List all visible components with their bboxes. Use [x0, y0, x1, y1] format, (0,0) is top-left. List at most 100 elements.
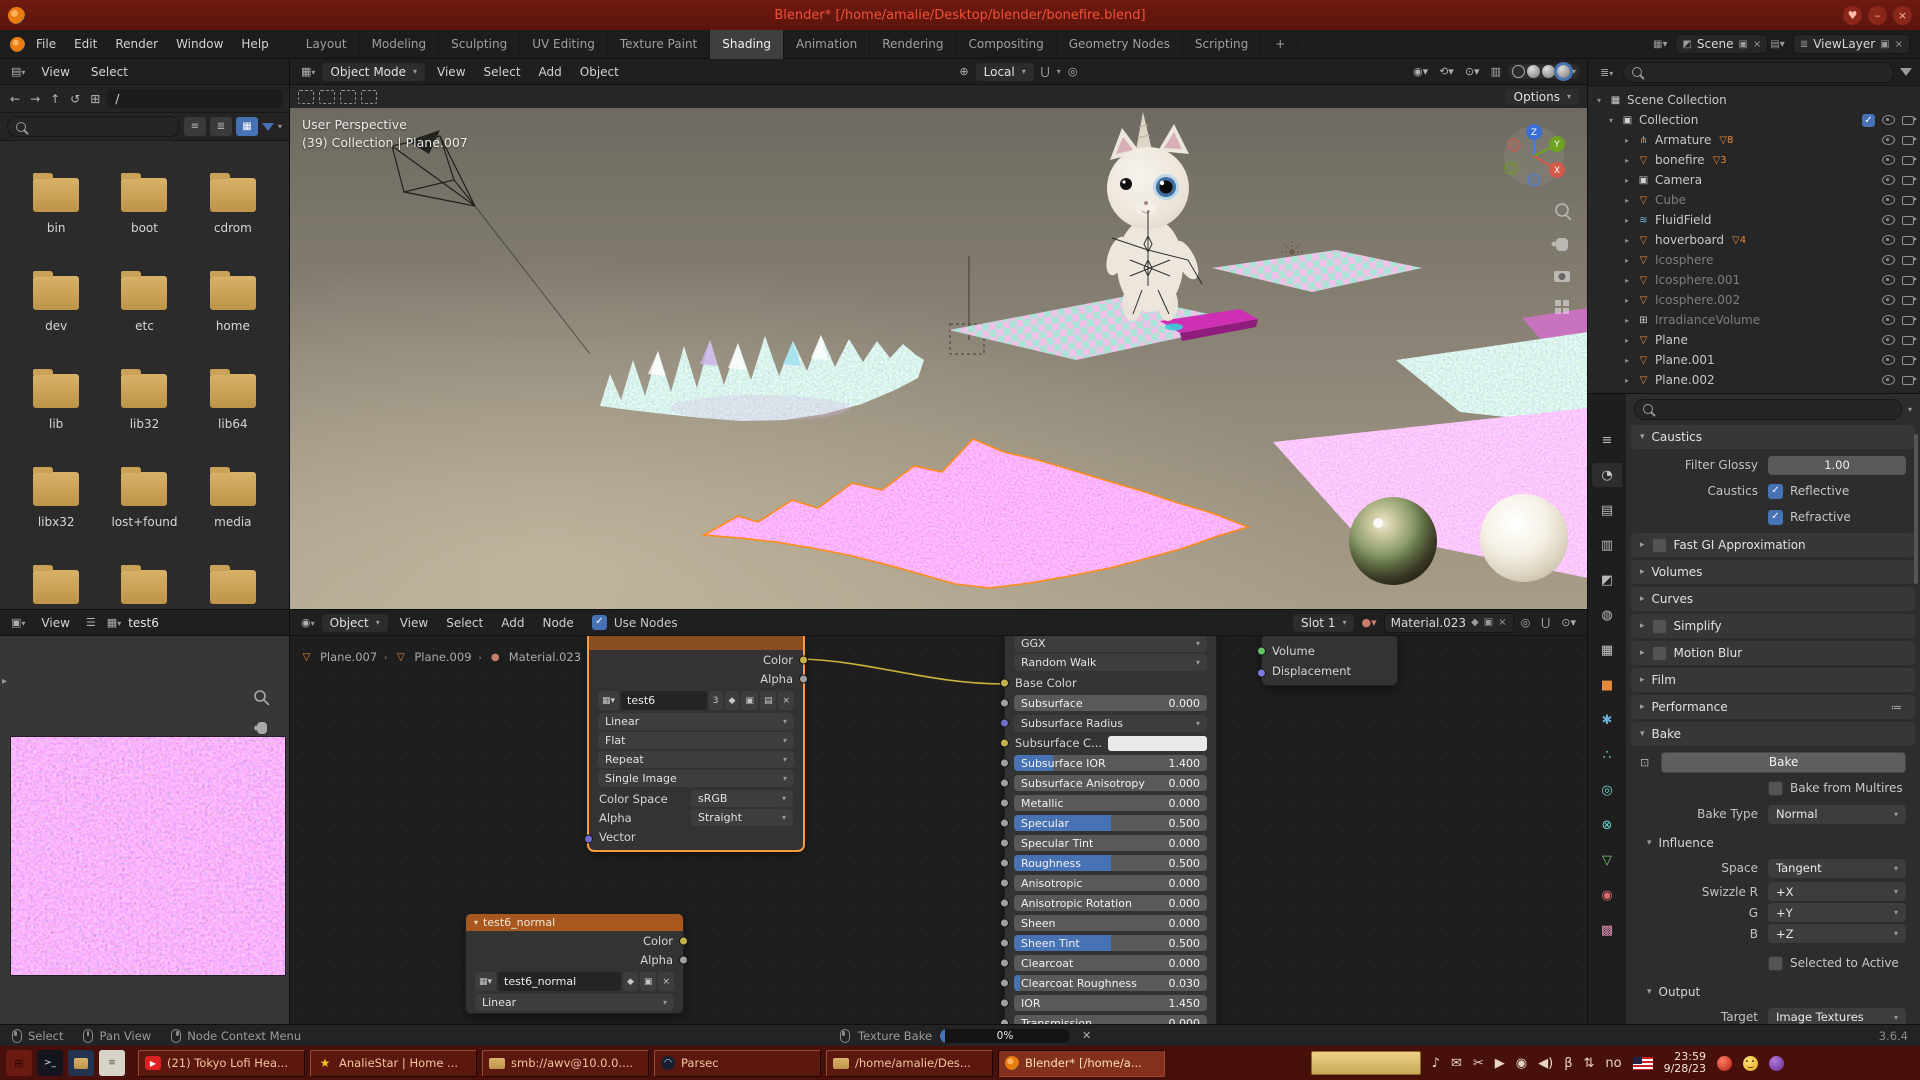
input-socket[interactable] [1000, 719, 1009, 728]
properties-filter-icon[interactable]: ▾ [1908, 405, 1912, 414]
hide-viewport-icon[interactable] [1882, 295, 1895, 305]
disable-render-icon[interactable] [1902, 236, 1914, 245]
forward-icon[interactable]: → [27, 92, 43, 106]
disclosure-icon[interactable]: ▸ [1622, 336, 1632, 345]
hide-viewport-icon[interactable] [1882, 155, 1895, 165]
input-socket[interactable] [1000, 739, 1009, 748]
filebrowser-menu-select[interactable]: Select [82, 62, 137, 82]
disclosure-icon[interactable]: ▸ [1622, 376, 1632, 385]
new-image-icon[interactable]: ▣ [741, 691, 758, 710]
editor-type-icon[interactable]: ≣▾ [1596, 65, 1617, 80]
red-orb-icon[interactable] [1717, 1056, 1732, 1071]
slider-transmission[interactable]: Transmission0.000 [1014, 1015, 1207, 1024]
disable-render-icon[interactable] [1902, 196, 1914, 205]
outliner-row-cube[interactable]: ▸▽Cube [1588, 190, 1920, 210]
input-socket[interactable] [1000, 939, 1009, 948]
shader-menu-node[interactable]: Node [533, 613, 582, 633]
overlays-icon[interactable]: ⊙▾ [1557, 615, 1580, 630]
folder-item-lib[interactable]: lib [33, 374, 79, 472]
outliner-search-input[interactable] [1623, 62, 1894, 83]
xray-icon[interactable]: ▥ [1487, 64, 1505, 79]
volume-input-socket[interactable] [1257, 647, 1266, 656]
slider-subsurface-ior[interactable]: Subsurface IOR1.400 [1014, 755, 1207, 771]
hide-viewport-icon[interactable] [1882, 115, 1895, 125]
properties-tab-tool[interactable]: ≡ [1592, 428, 1622, 452]
slider-subsurface-anisotropy[interactable]: Subsurface Anisotropy0.000 [1014, 775, 1207, 791]
section-simplify[interactable]: ▸Simplify [1631, 614, 1915, 638]
shading-solid-icon[interactable] [1527, 65, 1540, 78]
properties-tab-modifiers[interactable]: ✱ [1592, 708, 1622, 732]
swizzle-g-dropdown[interactable]: +Y▾ [1768, 903, 1906, 922]
interpolation-dropdown[interactable]: Linear▾ [475, 994, 674, 1011]
filter-icon[interactable] [1900, 68, 1912, 76]
hide-viewport-icon[interactable] [1882, 335, 1895, 345]
disclosure-icon[interactable]: ▸ [1622, 216, 1632, 225]
eye-icon[interactable]: ◉ [1516, 1056, 1527, 1071]
outliner-row-hoverboard[interactable]: ▸▽hoverboard▽4 [1588, 230, 1920, 250]
filter-dropdown-icon[interactable]: ▾ [278, 122, 282, 131]
section-curves[interactable]: ▸Curves [1631, 587, 1915, 611]
options-dropdown[interactable]: Options▾ [1506, 89, 1579, 105]
taskbar-window-home-amalie-des[interactable]: /home/amalie/Des... [826, 1050, 993, 1077]
section-caustics[interactable]: ▾Caustics [1631, 425, 1915, 449]
slider-specular[interactable]: Specular0.500 [1014, 815, 1207, 831]
color-output-socket[interactable] [799, 655, 808, 664]
swizzle-r-dropdown[interactable]: +X▾ [1768, 882, 1906, 901]
properties-search-input[interactable] [1634, 399, 1902, 420]
hide-viewport-icon[interactable] [1882, 315, 1895, 325]
new-folder-icon[interactable]: ⊞ [87, 92, 103, 106]
image-menu-view[interactable]: View [32, 613, 78, 633]
hide-viewport-icon[interactable] [1882, 215, 1895, 225]
filter-icon[interactable] [262, 123, 274, 131]
disable-render-icon[interactable] [1902, 156, 1914, 165]
minimize-button[interactable]: – [1868, 6, 1887, 25]
hide-viewport-icon[interactable] [1882, 255, 1895, 265]
fake-user-shield-icon[interactable]: ◆ [623, 972, 638, 991]
play-icon[interactable]: ▶ [1495, 1056, 1505, 1071]
folder-item-lib32[interactable]: lib32 [121, 374, 167, 472]
start-menu-button[interactable]: ⊞ [6, 1050, 32, 1076]
pin-icon[interactable]: ◎ [1517, 615, 1535, 630]
workspace-tab-geometry-nodes[interactable]: Geometry Nodes [1057, 30, 1183, 59]
select-intersect-tool-icon[interactable] [361, 90, 377, 104]
color-output-socket[interactable] [679, 936, 688, 945]
folder-item-dev[interactable]: dev [33, 276, 79, 374]
hamburger-icon[interactable]: ☰ [82, 615, 100, 630]
outliner-row-plane-001[interactable]: ▸▽Plane.001 [1588, 350, 1920, 370]
browse-scene-icon[interactable]: ▦▾ [1653, 39, 1667, 50]
outliner-row-camera[interactable]: ▸▣Camera [1588, 170, 1920, 190]
users-count-button[interactable]: 3 [709, 691, 723, 710]
slot-dropdown[interactable]: Slot 1▾ [1293, 614, 1354, 632]
input-socket[interactable] [1000, 679, 1009, 688]
workspace-tab-uv-editing[interactable]: UV Editing [520, 30, 608, 59]
distribution-dropdown[interactable]: GGX▾ [1014, 636, 1207, 652]
outliner-row-icosphere[interactable]: ▸▽Icosphere [1588, 250, 1920, 270]
folder-item-etc[interactable]: etc [121, 276, 167, 374]
slider-subsurface[interactable]: Subsurface0.000 [1014, 695, 1207, 711]
display-detail-icon[interactable]: ≣ [210, 117, 232, 136]
input-socket[interactable] [1000, 819, 1009, 828]
new-image-icon[interactable]: ▣ [640, 972, 657, 991]
use-nodes-checkbox[interactable]: Use Nodes [592, 615, 678, 630]
disable-render-icon[interactable] [1902, 176, 1914, 185]
input-socket[interactable] [1000, 699, 1009, 708]
sidebar-expand-arrow[interactable]: ▸ [2, 676, 7, 687]
taskbar-window-parsec[interactable]: ◠Parsec [654, 1050, 821, 1077]
disclosure-icon[interactable]: ▸ [1622, 196, 1632, 205]
open-image-icon[interactable]: ▤ [760, 691, 777, 710]
properties-tab-object[interactable]: ■ [1592, 673, 1622, 697]
workspace-tab-scripting[interactable]: Scripting [1183, 30, 1261, 59]
fake-user-shield-icon[interactable]: ◆ [1471, 617, 1479, 628]
remove-viewlayer-icon[interactable]: × [1895, 39, 1903, 50]
slider-anisotropic-rotation[interactable]: Anisotropic Rotation0.000 [1014, 895, 1207, 911]
outliner-row-armature[interactable]: ▸⋔Armature▽8 [1588, 130, 1920, 150]
select-extend-tool-icon[interactable] [319, 90, 335, 104]
selected-to-active-checkbox[interactable]: Selected to Active [1768, 956, 1899, 971]
properties-tab-world[interactable]: ◍ [1592, 603, 1622, 627]
material-name-field[interactable]: Material.023 ◆ ▣ × [1384, 613, 1514, 633]
disable-render-icon[interactable] [1902, 256, 1914, 265]
folder-item-cdrom[interactable]: cdrom [210, 178, 256, 276]
browse-image-icon[interactable]: ▦▾ [598, 691, 619, 710]
properties-tab-scene[interactable]: ◩ [1592, 568, 1622, 592]
menu-edit[interactable]: Edit [65, 34, 106, 54]
